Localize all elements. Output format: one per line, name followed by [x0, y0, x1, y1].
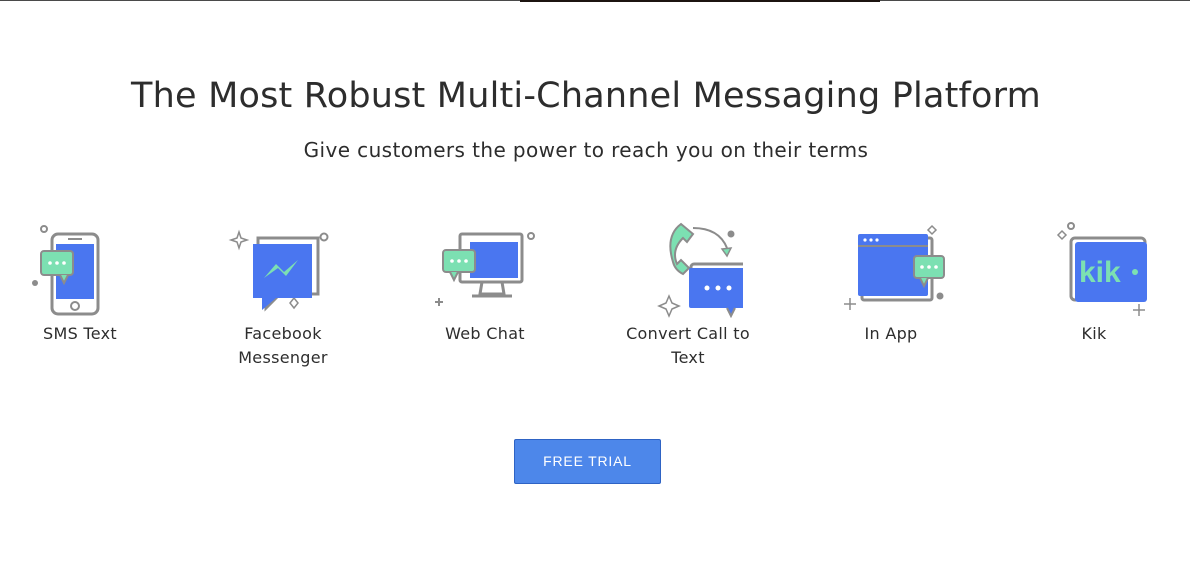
channel-web-chat: Web Chat: [405, 218, 565, 346]
channel-label: Facebook Messenger: [238, 324, 328, 367]
channel-sms-text: SMS Text: [0, 218, 160, 346]
web-chat-monitor-icon: [435, 232, 535, 306]
call-to-text-icon: [657, 222, 743, 318]
channel-in-app: In App: [811, 218, 971, 346]
channel-convert-call-to-text: Convert Call to Text: [608, 218, 768, 370]
channel-kik: kik Kik: [1014, 218, 1174, 346]
sms-phone-icon: [32, 225, 100, 316]
in-app-window-icon: [844, 224, 945, 310]
kik-logo-text: kik: [1079, 256, 1121, 289]
page-subtitle: Give customers the power to reach you on…: [303, 138, 869, 162]
page-title: The Most Robust Multi-Channel Messaging …: [131, 76, 1041, 116]
kik-logo-icon: kik: [1056, 222, 1147, 316]
channel-label: Convert Call to Text: [626, 324, 750, 367]
facebook-messenger-icon: [228, 229, 329, 312]
channel-label: Web Chat: [445, 324, 525, 343]
channel-label: In App: [864, 324, 918, 343]
free-trial-button[interactable]: FREE TRIAL: [514, 439, 661, 484]
channel-label: Kik: [1081, 324, 1107, 343]
top-image-edge: [520, 0, 880, 2]
channel-label: SMS Text: [43, 324, 117, 343]
channel-facebook-messenger: Facebook Messenger: [203, 218, 363, 370]
